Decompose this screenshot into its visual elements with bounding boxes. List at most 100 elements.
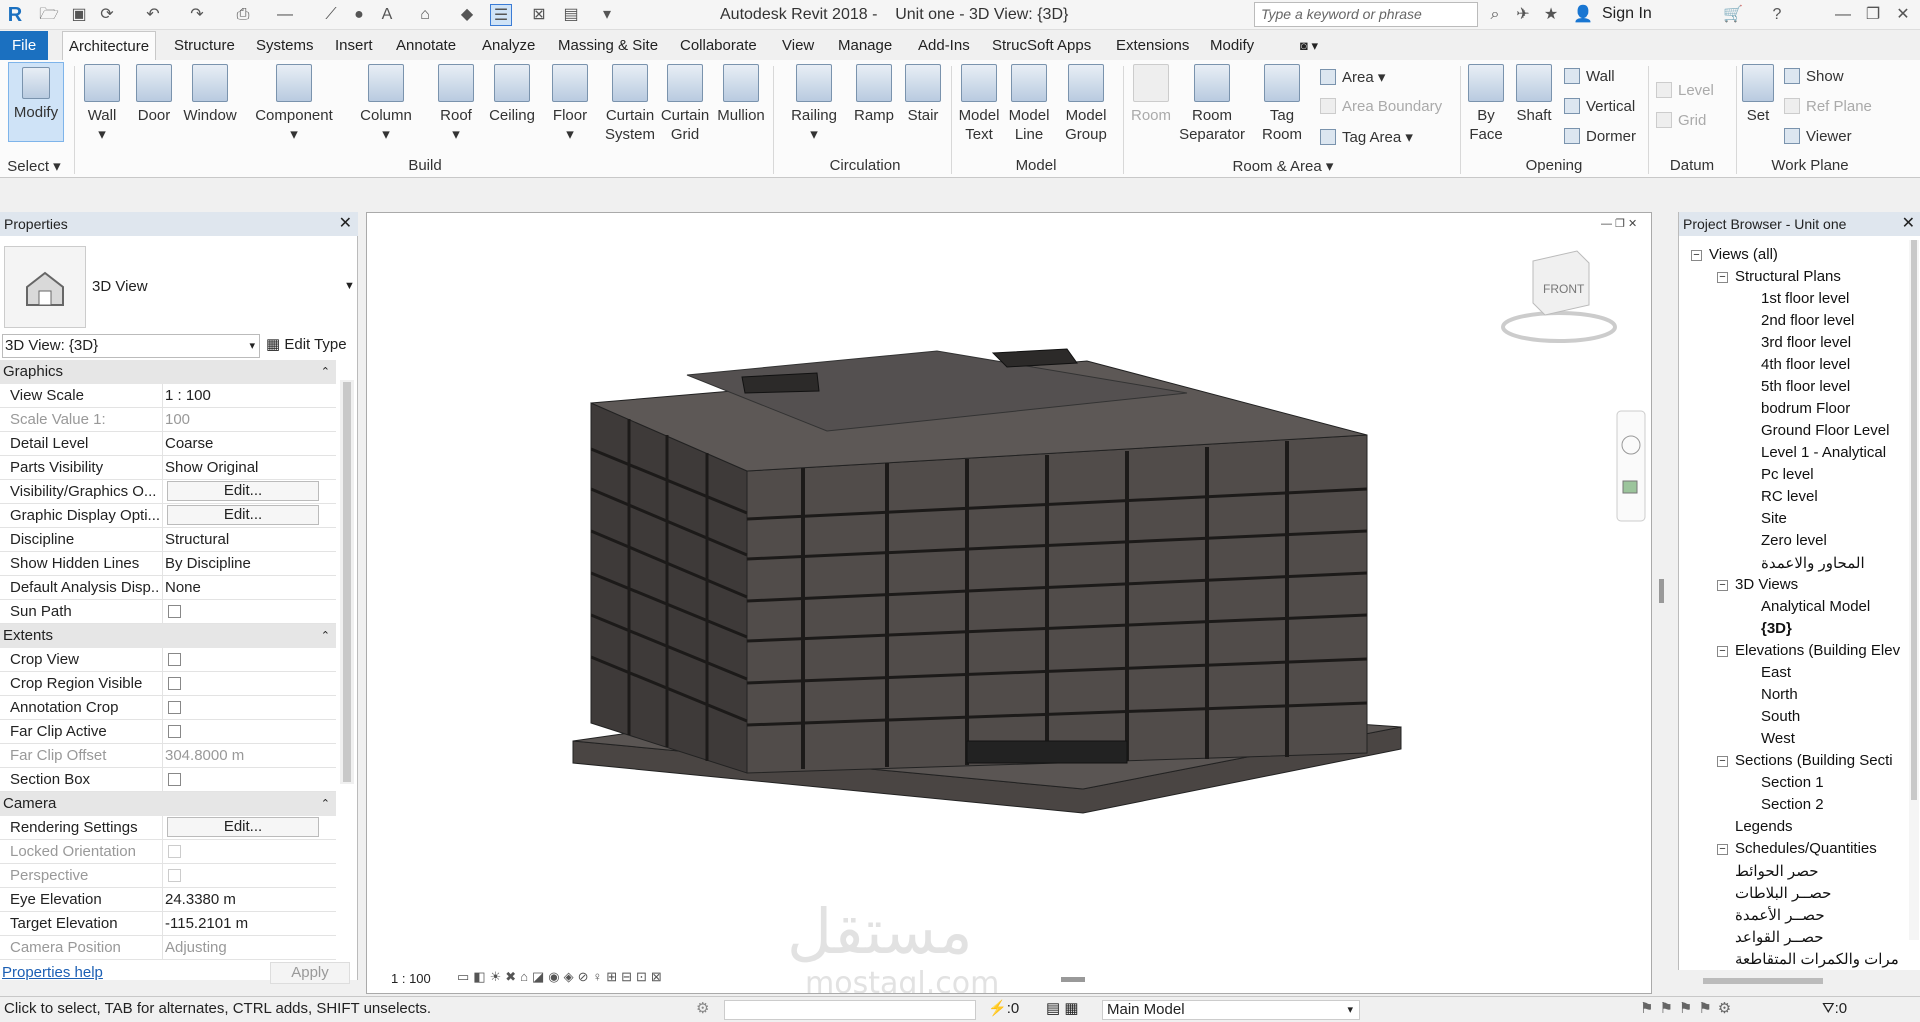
type-selector-dropdown[interactable]: ▼	[344, 280, 355, 292]
property-checkbox[interactable]	[162, 768, 322, 791]
browser-group-legends[interactable]: Legends	[1735, 818, 1793, 835]
tab-massing-site[interactable]: Massing & Site	[552, 31, 664, 60]
property-value[interactable]: Adjusting	[162, 936, 322, 959]
customize-icon[interactable]: ▾	[596, 4, 618, 26]
browser-group-sections[interactable]: Sections (Building Secti	[1735, 752, 1893, 769]
redo-icon[interactable]: ↷	[186, 4, 208, 26]
tag-area-button[interactable]: Tag Area ▾	[1320, 128, 1413, 146]
open-icon[interactable]: 🗁	[38, 4, 60, 26]
browser-view-item[interactable]: Section 2	[1761, 796, 1824, 813]
text-icon[interactable]: A	[376, 4, 398, 26]
browser-schedule-item[interactable]: حصــر القواعد	[1735, 928, 1824, 946]
browser-group-3d-views[interactable]: 3D Views	[1735, 576, 1798, 593]
section-camera[interactable]: Camera ⌃	[0, 792, 336, 816]
property-edit-button[interactable]: Edit...	[162, 480, 322, 503]
stair-button[interactable]: Stair	[900, 64, 946, 125]
property-value[interactable]: 24.3380 m	[162, 888, 322, 911]
user-icon[interactable]: 👤	[1572, 4, 1594, 26]
window-button[interactable]: Window	[180, 64, 240, 125]
properties-help-link[interactable]: Properties help	[2, 964, 103, 981]
property-row[interactable]: Default Analysis Disp... None	[0, 576, 336, 600]
model-text-button[interactable]: Model Text	[956, 64, 1002, 144]
property-row[interactable]: Eye Elevation 24.3380 m	[0, 888, 336, 912]
dimension-icon[interactable]: ⟋	[320, 4, 342, 26]
component-button[interactable]: Component ▾	[252, 64, 336, 144]
browser-view-item[interactable]: {3D}	[1761, 620, 1792, 637]
property-row[interactable]: Show Hidden Lines By Discipline	[0, 552, 336, 576]
show-workplane-button[interactable]: Show	[1784, 68, 1844, 85]
design-option-select[interactable]: Main Model ▾	[1102, 1000, 1360, 1020]
checkbox[interactable]	[168, 725, 181, 738]
collapse-toggle-icon[interactable]: −	[1717, 580, 1728, 591]
close-properties-icon[interactable]: ✕	[339, 212, 352, 236]
property-edit-button[interactable]: Edit...	[162, 504, 322, 527]
view-selector[interactable]: 3D View: {3D} ▾	[2, 334, 260, 358]
tab-file[interactable]: File	[0, 31, 49, 60]
thin-lines-icon[interactable]: ☰	[490, 4, 512, 26]
collapse-toggle-icon[interactable]: −	[1717, 844, 1728, 855]
minimize-icon[interactable]: —	[1832, 4, 1854, 26]
door-button[interactable]: Door	[132, 64, 176, 125]
switch-windows-icon[interactable]: ▤	[560, 4, 582, 26]
browser-view-item[interactable]: 5th floor level	[1761, 378, 1850, 395]
view-scale[interactable]: 1 : 100	[391, 971, 431, 986]
sign-in-link[interactable]: Sign In	[1602, 5, 1652, 23]
by-face-button[interactable]: By Face	[1464, 64, 1508, 144]
browser-view-item[interactable]: South	[1761, 708, 1800, 725]
workset-icon[interactable]: ⚙	[696, 997, 709, 1021]
property-value[interactable]: Structural	[162, 528, 322, 551]
checkbox[interactable]	[168, 773, 181, 786]
navigation-bar[interactable]	[1616, 410, 1646, 522]
browser-view-item[interactable]: Section 1	[1761, 774, 1824, 791]
browser-hscroll[interactable]	[1703, 978, 1823, 984]
maximize-icon[interactable]: ❐	[1862, 4, 1884, 26]
select-dropdown[interactable]: Select ▾	[4, 157, 64, 175]
tab-architecture[interactable]: Architecture	[62, 31, 157, 60]
property-row[interactable]: Detail Level Coarse	[0, 432, 336, 456]
section-graphics[interactable]: Graphics ⌃	[0, 360, 336, 384]
print-icon[interactable]: ⎙	[232, 4, 254, 26]
browser-view-item[interactable]: West	[1761, 730, 1795, 747]
property-row[interactable]: Crop Region Visible	[0, 672, 336, 696]
property-value[interactable]: By Discipline	[162, 552, 322, 575]
browser-root[interactable]: Views (all)	[1709, 246, 1778, 263]
browser-view-item[interactable]: Pc level	[1761, 466, 1814, 483]
railing-button[interactable]: Railing ▾	[786, 64, 842, 144]
shaft-button[interactable]: Shaft	[1510, 64, 1558, 125]
property-row[interactable]: Rendering Settings Edit...	[0, 816, 336, 840]
close-browser-icon[interactable]: ✕	[1902, 212, 1915, 236]
edit-button[interactable]: Edit...	[167, 817, 319, 837]
help-icon[interactable]: ?	[1766, 4, 1788, 26]
browser-group-structural-plans[interactable]: Structural Plans	[1735, 268, 1841, 285]
ceiling-button[interactable]: Ceiling	[484, 64, 540, 125]
filter-count[interactable]: ⛛:0	[1822, 997, 1847, 1021]
search-input[interactable]: Type a keyword or phrase	[1254, 2, 1478, 27]
browser-view-item[interactable]: Site	[1761, 510, 1787, 527]
collapse-toggle-icon[interactable]: −	[1717, 272, 1728, 283]
subscription-icon[interactable]: ✈	[1512, 4, 1534, 26]
tab-annotate[interactable]: Annotate	[390, 31, 462, 60]
3d-viewport[interactable]: — ❐ ✕ FRONT مستقل mostaql.com 1: 100 ▭◧…	[366, 212, 1664, 994]
building-model[interactable]: FRONT مستقل mostaql.com	[367, 213, 1651, 993]
tab-options-icon[interactable]: ◙ ▾	[1294, 31, 1324, 60]
measure-icon[interactable]: —	[274, 4, 296, 26]
modify-button[interactable]: Modify	[8, 62, 64, 142]
tab-collaborate[interactable]: Collaborate	[674, 31, 763, 60]
browser-scrollbar[interactable]	[1909, 240, 1919, 940]
property-row[interactable]: Sun Path	[0, 600, 336, 624]
tab-structure[interactable]: Structure	[168, 31, 241, 60]
property-checkbox[interactable]	[162, 720, 322, 743]
property-value[interactable]: 100	[162, 408, 322, 431]
property-row[interactable]: Parts Visibility Show Original	[0, 456, 336, 480]
collapse-toggle-icon[interactable]: −	[1717, 646, 1728, 657]
save-icon[interactable]: ▣	[68, 4, 90, 26]
property-value[interactable]: -115.2101 m	[162, 912, 322, 935]
property-row[interactable]: Section Box	[0, 768, 336, 792]
property-checkbox[interactable]	[162, 696, 322, 719]
property-checkbox[interactable]	[162, 600, 322, 623]
curtain-grid-button[interactable]: Curtain Grid	[660, 64, 710, 144]
browser-schedule-item[interactable]: مرات والكمرات المتقاطعة	[1735, 950, 1899, 968]
edit-button[interactable]: Edit...	[167, 505, 319, 525]
checkbox[interactable]	[168, 677, 181, 690]
viewer-button[interactable]: Viewer	[1784, 128, 1852, 145]
